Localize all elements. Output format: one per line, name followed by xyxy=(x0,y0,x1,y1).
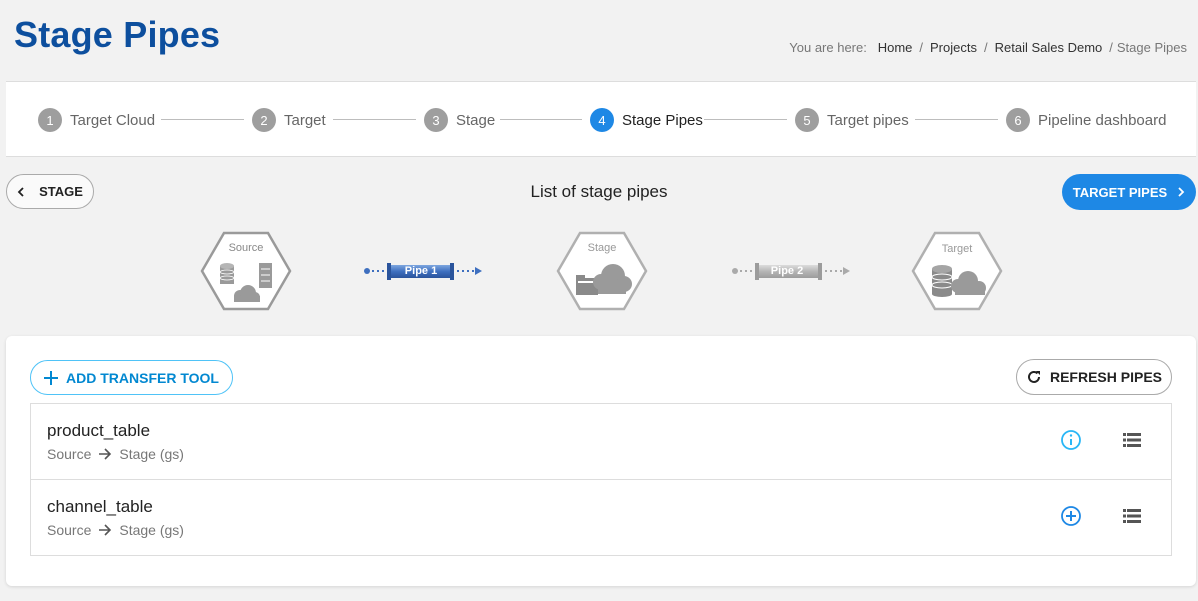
step-target-pipes[interactable]: 5 Target pipes xyxy=(795,108,909,132)
pipe-name: channel_table xyxy=(47,497,153,516)
add-transfer-tool-button[interactable]: ADD TRANSFER TOOL xyxy=(30,360,233,395)
breadcrumb-prefix: You are here: xyxy=(789,40,867,55)
step-connector xyxy=(161,119,244,120)
stepper: 1 Target Cloud 2 Target 3 Stage 4 Stage … xyxy=(6,81,1196,157)
page-title: Stage Pipes xyxy=(14,14,221,55)
breadcrumb-home-link[interactable]: Home xyxy=(878,40,913,55)
pipe-row[interactable]: product_table Source Stage (gs) xyxy=(31,404,1171,480)
add-button-label: ADD TRANSFER TOOL xyxy=(66,369,219,386)
pipe-row[interactable]: channel_table Source Stage (gs) xyxy=(31,480,1171,555)
pipe-info-button[interactable] xyxy=(1059,428,1083,452)
chevron-right-icon xyxy=(1178,187,1185,197)
database-icon xyxy=(931,265,953,297)
pipes-card: ADD TRANSFER TOOL REFRESH PIPES product_… xyxy=(6,336,1196,586)
step-connector xyxy=(915,119,998,120)
pipe-2: Pipe 2 xyxy=(732,263,850,280)
step-number: 6 xyxy=(1006,108,1030,132)
arrow-right-icon xyxy=(99,524,112,536)
step-number: 2 xyxy=(252,108,276,132)
list-icon xyxy=(1123,509,1141,523)
step-connector xyxy=(333,119,416,120)
target-node: Target xyxy=(911,231,1003,311)
pipe-add-button[interactable] xyxy=(1059,504,1083,528)
pipe-source: Source xyxy=(47,522,92,538)
step-stage[interactable]: 3 Stage xyxy=(424,108,495,132)
target-pipes-button[interactable]: TARGET PIPES xyxy=(1062,174,1196,210)
step-label: Stage Pipes xyxy=(622,111,703,129)
pipe-details-button[interactable] xyxy=(1120,504,1144,528)
step-number: 3 xyxy=(424,108,448,132)
stage-node: Stage xyxy=(556,231,648,311)
pipe-route: Source Stage (gs) xyxy=(47,522,184,538)
pipe-source: Source xyxy=(47,446,92,462)
stage-label: Stage xyxy=(588,242,617,254)
step-target[interactable]: 2 Target xyxy=(252,108,326,132)
breadcrumb: You are here: Home / Projects / Retail Sales… xyxy=(789,40,1187,55)
pipe-destination: Stage (gs) xyxy=(119,446,184,462)
step-pipeline-dashboard[interactable]: 6 Pipeline dashboard xyxy=(1006,108,1166,132)
refresh-button-label: REFRESH PIPES xyxy=(1049,369,1163,385)
source-node: Source xyxy=(200,231,292,311)
source-label: Source xyxy=(229,242,264,254)
server-icon xyxy=(259,263,272,288)
step-number: 1 xyxy=(38,108,62,132)
step-label: Pipeline dashboard xyxy=(1038,111,1167,129)
info-circle-icon xyxy=(1061,430,1081,450)
pipe-list: product_table Source Stage (gs) channel_… xyxy=(30,403,1172,556)
arrow-right-icon xyxy=(99,448,112,460)
step-label: Stage xyxy=(456,111,496,129)
step-connector xyxy=(500,119,582,120)
step-label: Target pipes xyxy=(827,111,909,129)
section-title: List of stage pipes xyxy=(530,182,668,201)
plus-icon xyxy=(44,370,59,385)
pipe-destination: Stage (gs) xyxy=(119,522,184,538)
pipe-2-label: Pipe 2 xyxy=(771,265,803,277)
add-circle-icon xyxy=(1061,506,1081,526)
breadcrumb-project-link[interactable]: Retail Sales Demo xyxy=(995,40,1103,55)
pipe-1-label: Pipe 1 xyxy=(405,265,437,277)
pipe-1: Pipe 1 xyxy=(364,263,482,280)
step-number: 4 xyxy=(590,108,614,132)
target-label: Target xyxy=(942,243,973,255)
pipe-route: Source Stage (gs) xyxy=(47,446,184,462)
pipe-details-button[interactable] xyxy=(1120,428,1144,452)
step-label: Target Cloud xyxy=(70,111,156,129)
refresh-icon xyxy=(1028,370,1040,383)
list-icon xyxy=(1123,433,1141,447)
step-connector xyxy=(704,119,787,120)
step-number: 5 xyxy=(795,108,819,132)
step-target-cloud[interactable]: 1 Target Cloud xyxy=(38,108,155,132)
pipeline-diagram: Source Pipe 1 Stage Pipe 2 Target xyxy=(200,231,1003,311)
breadcrumb-current: Stage Pipes xyxy=(1116,40,1187,55)
step-stage-pipes[interactable]: 4 Stage Pipes xyxy=(590,108,703,132)
pipe-name: product_table xyxy=(47,421,151,440)
refresh-pipes-button[interactable]: REFRESH PIPES xyxy=(1016,359,1172,395)
breadcrumb-projects-link[interactable]: Projects xyxy=(930,40,977,55)
database-icon xyxy=(219,263,235,284)
step-label: Target xyxy=(284,111,326,129)
next-button-label: TARGET PIPES xyxy=(1072,184,1168,200)
